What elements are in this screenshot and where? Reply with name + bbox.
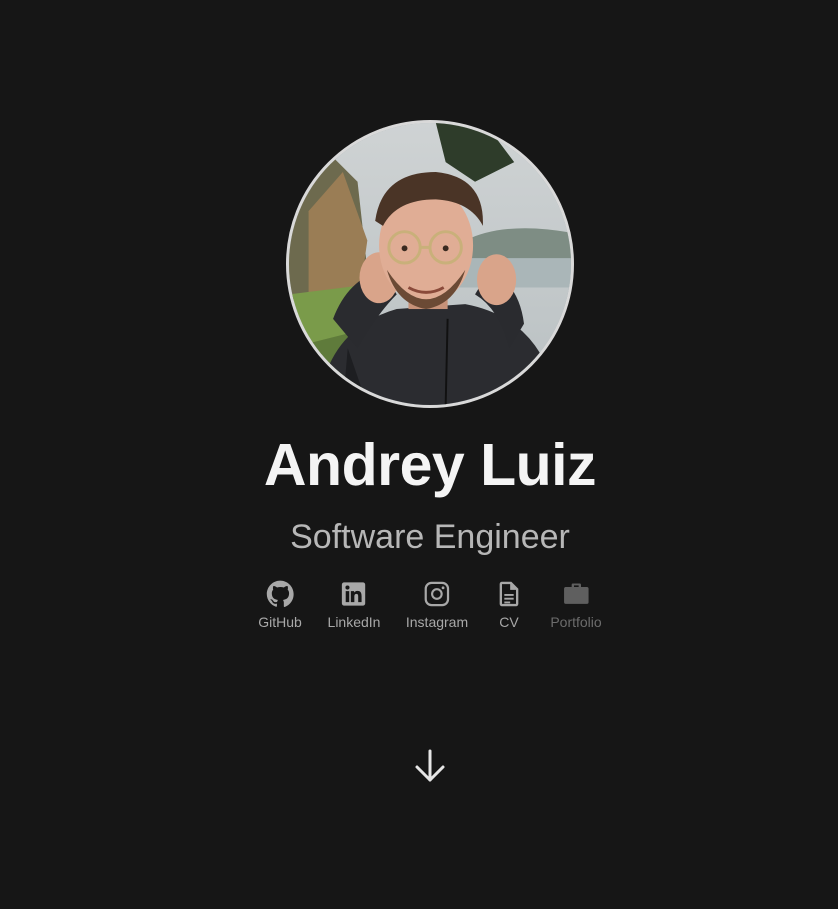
profile-photo xyxy=(289,123,571,405)
cv-label: CV xyxy=(499,614,519,630)
portfolio-label: Portfolio xyxy=(550,614,602,630)
github-icon xyxy=(266,580,294,608)
linkedin-link[interactable]: LinkedIn xyxy=(327,580,381,630)
profile-avatar xyxy=(286,120,574,408)
instagram-link[interactable]: Instagram xyxy=(406,580,468,630)
instagram-icon xyxy=(423,580,451,608)
scroll-down-button[interactable] xyxy=(413,748,447,784)
portfolio-link[interactable]: Portfolio xyxy=(550,580,602,630)
github-label: GitHub xyxy=(258,614,302,630)
arrow-down-icon xyxy=(415,749,445,782)
linkedin-icon xyxy=(340,580,368,608)
briefcase-icon xyxy=(562,580,590,608)
social-links: GitHub LinkedIn Instagram CV Portfolio xyxy=(0,580,838,634)
cv-link[interactable]: CV xyxy=(495,580,523,630)
github-link[interactable]: GitHub xyxy=(258,580,302,630)
linkedin-label: LinkedIn xyxy=(327,614,381,630)
profile-title: Software Engineer xyxy=(290,518,570,556)
profile-name: Andrey Luiz xyxy=(263,432,597,498)
hero-section: Andrey Luiz Software Engineer GitHub Lin… xyxy=(0,0,838,909)
instagram-label: Instagram xyxy=(405,614,469,630)
document-icon xyxy=(495,580,523,608)
